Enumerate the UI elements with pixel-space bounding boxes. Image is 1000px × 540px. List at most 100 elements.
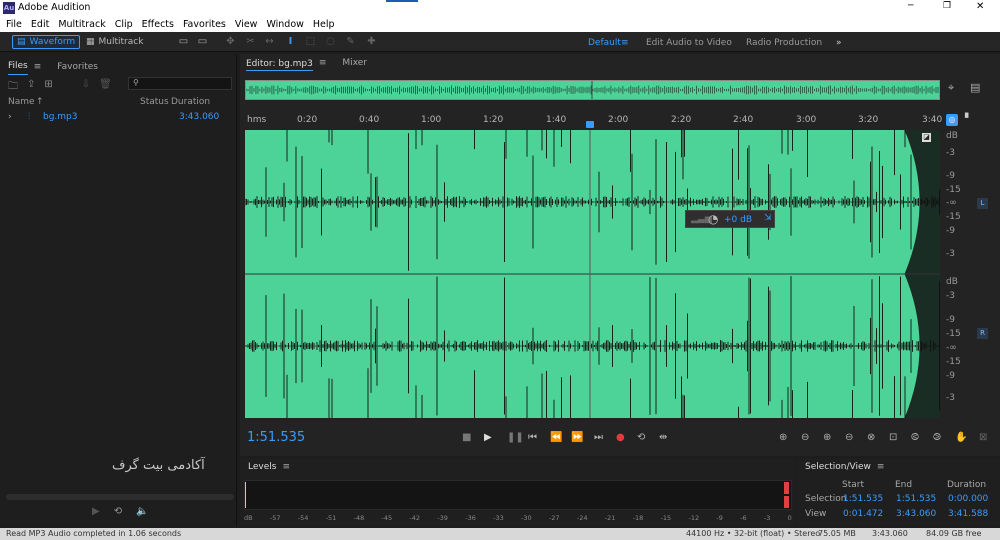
tab-files[interactable]: Files — [8, 58, 28, 75]
waveform-corner-icon[interactable]: ◪ — [922, 133, 931, 142]
channel-left-toggle[interactable]: L — [977, 198, 988, 209]
menu-help[interactable]: Help — [313, 19, 335, 30]
workspace-menu-icon[interactable]: ≡ — [621, 36, 629, 50]
move-tool-icon[interactable]: ✥ — [225, 36, 236, 47]
maximize-button[interactable]: ❐ — [943, 1, 951, 11]
import-icon[interactable]: ⇪ — [27, 79, 35, 96]
column-name[interactable]: Name — [8, 97, 35, 107]
close-button[interactable]: ✕ — [976, 1, 984, 12]
zoom-to-selection-icon[interactable]: ⊡ — [889, 432, 897, 443]
zoom-out-amplitude-icon[interactable]: ⊖ — [801, 432, 809, 443]
zoom-in-time-icon[interactable]: ⊕ — [823, 432, 831, 443]
slip-tool-icon[interactable]: ↔ — [264, 36, 275, 47]
preview-volume-icon[interactable]: 🔈 — [136, 506, 148, 517]
zoom-fit-icon[interactable]: ⌖ — [948, 81, 954, 95]
pause-icon[interactable]: ❚❚ — [507, 432, 524, 443]
panel-options-icon[interactable]: ▤ — [970, 81, 980, 94]
level-scale-label: -12 — [688, 514, 700, 522]
menu-favorites[interactable]: Favorites — [183, 19, 226, 30]
go-to-start-icon[interactable]: ⏮ — [528, 432, 537, 443]
zoom-out-time-icon[interactable]: ⊖ — [845, 432, 853, 443]
volume-knob-icon[interactable]: ◔ — [708, 212, 718, 226]
menu-multitrack[interactable]: Multitrack — [58, 19, 105, 30]
preview-play-icon[interactable]: ▶ — [92, 506, 100, 517]
selection-end-field[interactable]: 1:51.535 — [896, 494, 936, 504]
selection-duration-field[interactable]: 0:00.000 — [948, 494, 988, 504]
zoom-hand-icon[interactable]: ✋ — [955, 432, 967, 443]
new-file-icon[interactable]: ⊞ — [44, 79, 52, 96]
editor-menu-icon[interactable]: ≡ — [319, 58, 327, 71]
levels-menu-icon[interactable]: ≡ — [282, 462, 290, 472]
spectral-display-icon[interactable]: ▭ — [178, 36, 189, 47]
column-duration[interactable]: Duration — [171, 97, 210, 107]
view-start-field[interactable]: 0:01.472 — [843, 509, 883, 519]
clip-indicator-top[interactable] — [784, 482, 789, 494]
stop-icon[interactable]: ■ — [462, 432, 471, 443]
current-time-display[interactable]: 1:51.535 — [247, 430, 305, 445]
zoom-in-right-icon[interactable]: ⧁ — [933, 432, 941, 443]
multitrack-mode-button[interactable]: ▦ Multitrack — [82, 35, 147, 49]
main-waveform[interactable] — [245, 130, 940, 418]
tab-editor[interactable]: Editor: bg.mp3 — [246, 58, 313, 71]
files-search-field[interactable]: ⚲ — [128, 77, 232, 90]
selection-start-field[interactable]: 1:51.535 — [843, 494, 883, 504]
delete-icon[interactable]: 🗑 — [99, 79, 112, 96]
column-status[interactable]: Status — [140, 97, 169, 107]
time-selection-tool-icon[interactable]: I — [285, 36, 296, 47]
files-scrollbar[interactable] — [6, 494, 234, 500]
menu-file[interactable]: File — [6, 19, 22, 30]
db-label: -3 — [946, 393, 955, 403]
play-icon[interactable]: ▶ — [484, 432, 492, 443]
clip-indicator-bottom[interactable] — [784, 496, 789, 508]
tab-favorites[interactable]: Favorites — [57, 59, 98, 75]
overview-waveform[interactable] — [245, 80, 940, 100]
zoom-in-amplitude-icon[interactable]: ⊕ — [779, 432, 787, 443]
menu-edit[interactable]: Edit — [31, 19, 49, 30]
go-to-end-icon[interactable]: ⏭ — [594, 432, 603, 443]
insert-icon[interactable]: ⇩ — [82, 79, 90, 96]
spot-healing-icon[interactable]: ✚ — [366, 36, 377, 47]
razor-tool-icon[interactable]: ✂ — [245, 36, 256, 47]
tab-mixer[interactable]: Mixer — [342, 58, 367, 71]
zoom-reset-icon[interactable]: ⊠ — [979, 432, 987, 443]
spectral-pitch-icon[interactable]: ▭ — [197, 36, 208, 47]
channel-right-toggle[interactable]: R — [977, 328, 988, 339]
workspace-default[interactable]: Default — [588, 36, 621, 50]
view-end-field[interactable]: 3:43.060 — [896, 509, 936, 519]
menu-effects[interactable]: Effects — [142, 19, 174, 30]
preview-loop-icon[interactable]: ⟲ — [114, 506, 122, 517]
fast-forward-icon[interactable]: ⏩ — [571, 432, 583, 443]
hud-pin-icon[interactable]: ⇲ — [764, 213, 772, 223]
expand-icon[interactable]: › — [8, 112, 12, 122]
rewind-icon[interactable]: ⏪ — [550, 432, 562, 443]
minimize-button[interactable]: ─ — [908, 1, 913, 11]
selection-view-title[interactable]: Selection/View — [805, 462, 871, 472]
playhead-handle[interactable] — [586, 121, 594, 128]
record-icon[interactable]: ● — [616, 432, 625, 443]
time-format-icon[interactable]: ◎ — [946, 114, 958, 126]
files-panel-menu-icon[interactable]: ≡ — [34, 62, 42, 72]
audio-file-icon: ⫶ — [28, 112, 31, 122]
menu-view[interactable]: View — [235, 19, 258, 30]
pin-icon[interactable]: ▘ — [965, 114, 972, 124]
menu-clip[interactable]: Clip — [115, 19, 133, 30]
view-duration-field[interactable]: 3:41.588 — [948, 509, 988, 519]
menu-window[interactable]: Window — [266, 19, 303, 30]
levels-title[interactable]: Levels — [248, 462, 276, 472]
selection-view-menu-icon[interactable]: ≡ — [877, 462, 885, 472]
workspace-edit-audio-to-video[interactable]: Edit Audio to Video — [646, 36, 732, 50]
workspace-radio-production[interactable]: Radio Production — [746, 36, 822, 50]
workspace-more-icon[interactable]: » — [836, 36, 842, 50]
time-ruler[interactable]: hms 0:20 0:40 1:00 1:20 1:40 2:00 2:20 2… — [245, 113, 942, 129]
marquee-tool-icon[interactable]: ⬚ — [305, 36, 316, 47]
skip-icon[interactable]: ⇹ — [659, 432, 667, 443]
zoom-out-full-icon[interactable]: ⊗ — [867, 432, 875, 443]
loop-icon[interactable]: ⟲ — [637, 432, 645, 443]
waveform-mode-button[interactable]: ▤ Waveform — [12, 35, 81, 49]
volume-hud[interactable]: ▂▃▅ ◔ +0 dB ⇲ — [685, 210, 775, 228]
brush-tool-icon[interactable]: ✎ — [345, 36, 356, 47]
lasso-tool-icon[interactable]: ◌ — [325, 36, 336, 47]
open-file-icon[interactable]: 🗀 — [8, 79, 18, 96]
zoom-in-left-icon[interactable]: ⧀ — [911, 432, 919, 443]
file-row[interactable]: › ⫶ bg.mp3 3:43.060 — [8, 112, 233, 124]
